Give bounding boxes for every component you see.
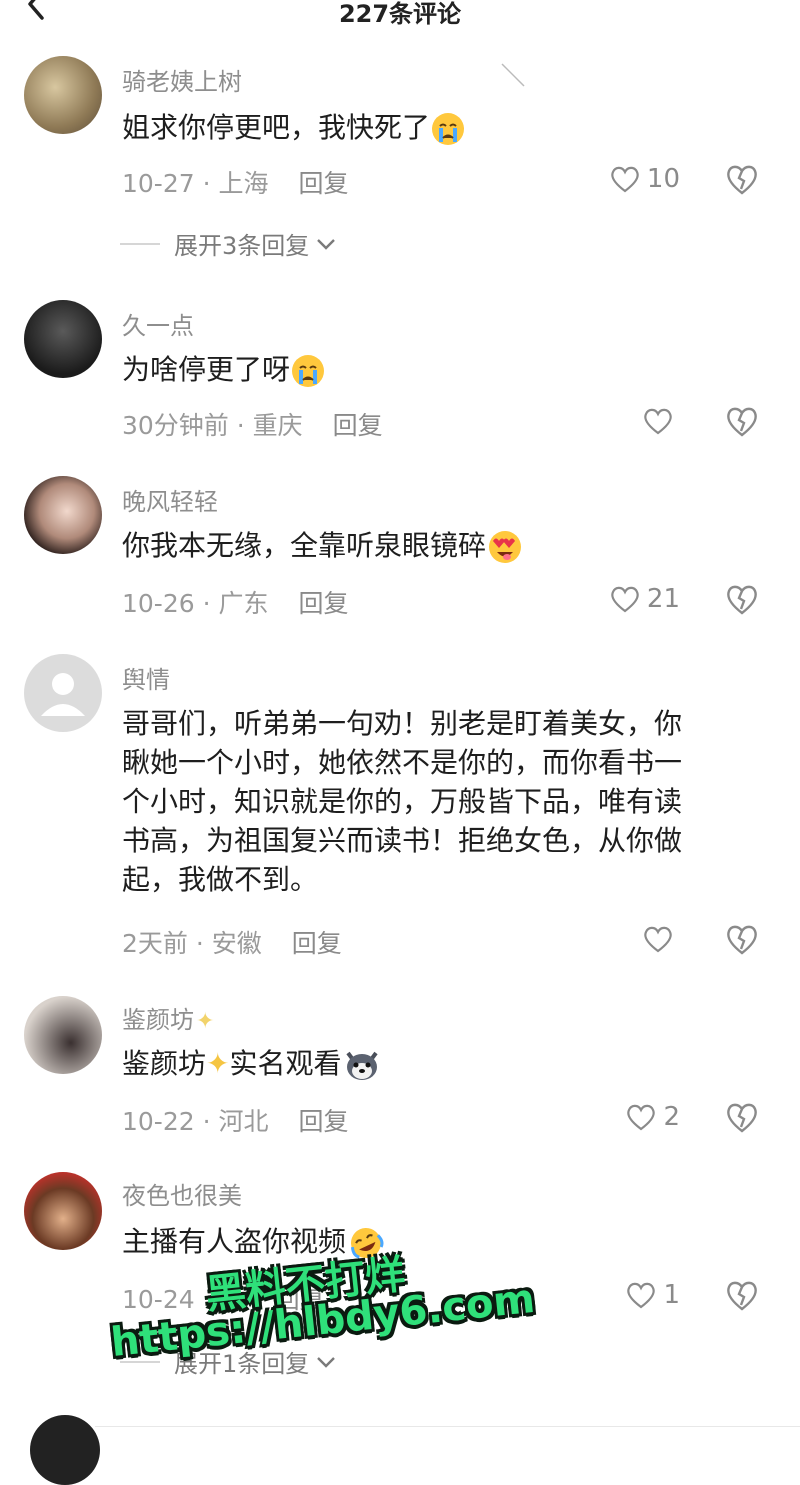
reply-button[interactable]: 回复 bbox=[299, 1107, 349, 1136]
comment-meta: 10-22 · 河北 回复 bbox=[122, 1107, 349, 1136]
divider bbox=[95, 1426, 800, 1427]
comment-author[interactable]: 夜色也很美 bbox=[122, 1176, 242, 1211]
husky-dog-emoji-icon bbox=[345, 1051, 378, 1080]
comment-meta: 30分钟前 · 重庆 回复 bbox=[122, 411, 383, 440]
slash-mark-icon bbox=[501, 63, 525, 87]
comment-meta: 10-26 · 广东 回复 bbox=[122, 589, 349, 618]
dislike-broken-heart-icon[interactable] bbox=[724, 162, 760, 196]
like-count: 2 bbox=[663, 1102, 680, 1132]
like-button[interactable] bbox=[642, 404, 680, 438]
comment-author[interactable]: 鉴颜坊✦ bbox=[122, 1000, 214, 1035]
default-avatar[interactable] bbox=[24, 654, 102, 732]
chevron-down-icon bbox=[317, 238, 336, 250]
comment-location: 河北 bbox=[218, 1107, 269, 1136]
comment-text-line: 起，我做不到。 bbox=[122, 863, 319, 896]
heart-icon bbox=[611, 166, 639, 193]
comment-text-line: 哥哥们，听弟弟一句劝！别老是盯着美女，你 bbox=[122, 707, 683, 740]
heart-eyes-emoji-icon bbox=[489, 531, 522, 563]
avatar[interactable] bbox=[24, 1172, 102, 1250]
reply-button[interactable]: 回复 bbox=[292, 929, 342, 958]
comment-text-line: 个小时，知识就是你的，万般皆下品，唯有读 bbox=[122, 785, 683, 818]
heart-icon bbox=[644, 408, 672, 435]
comments-header: 227条评论 bbox=[0, 0, 800, 28]
comment-text: 为啥停更了呀 bbox=[122, 350, 762, 389]
comment-location: 上海 bbox=[218, 169, 269, 198]
comment-date: 10-22 bbox=[122, 1107, 195, 1136]
comment-date: 10-26 bbox=[122, 589, 195, 618]
comment-text-content: 鉴颜坊 bbox=[122, 1047, 207, 1080]
like-button[interactable] bbox=[642, 922, 680, 956]
expand-replies[interactable]: 展开3条回复 bbox=[120, 226, 337, 261]
like-count: 21 bbox=[646, 584, 680, 614]
comment-text-content: 姐求你停更吧，我快死了 bbox=[122, 111, 431, 144]
heart-icon bbox=[627, 1282, 656, 1309]
dislike-broken-heart-icon[interactable] bbox=[724, 582, 760, 616]
comment-text: 姐求你停更吧，我快死了 bbox=[122, 108, 762, 147]
comment-author[interactable]: 骑老姨上树 bbox=[122, 62, 242, 97]
comment-date: 30分钟前 bbox=[122, 411, 229, 440]
comment-text: 哥哥们，听弟弟一句劝！别老是盯着美女，你 瞅她一个小时，她依然不是你的，而你看书… bbox=[122, 704, 762, 899]
sparkles-icon: ✦ bbox=[196, 1009, 215, 1034]
comment-location: 广东 bbox=[218, 589, 269, 618]
comment-text-content: 你我本无缘，全靠听泉眼镜碎 bbox=[122, 529, 487, 562]
chevron-down-icon bbox=[317, 1356, 336, 1368]
comment-date: 10-24 bbox=[122, 1285, 195, 1314]
reply-button[interactable]: 回复 bbox=[299, 589, 349, 618]
avatar[interactable] bbox=[30, 1415, 100, 1485]
comment-author[interactable]: 晚风轻轻 bbox=[122, 482, 218, 517]
comment-text-line: 书高，为祖国复兴而读书！拒绝女色，从你做 bbox=[122, 824, 683, 857]
heart-icon bbox=[611, 586, 639, 613]
avatar[interactable] bbox=[24, 476, 102, 554]
like-count: 10 bbox=[646, 164, 680, 194]
comment-count-title: 227条评论 bbox=[338, 0, 462, 28]
comment-text: 你我本无缘，全靠听泉眼镜碎 bbox=[122, 526, 762, 565]
comment-author[interactable]: 久一点 bbox=[122, 306, 194, 341]
expand-replies-label: 展开3条回复 bbox=[174, 232, 310, 260]
comment-text-content: 实名观看 bbox=[229, 1047, 342, 1080]
dislike-broken-heart-icon[interactable] bbox=[724, 1100, 760, 1134]
dislike-broken-heart-icon[interactable] bbox=[724, 1278, 760, 1312]
crying-emoji-icon bbox=[292, 355, 325, 387]
comment-meta: 2天前 · 安徽 回复 bbox=[122, 929, 342, 958]
reply-button[interactable]: 回复 bbox=[299, 169, 349, 198]
avatar[interactable] bbox=[24, 56, 102, 134]
comment-author-name: 鉴颜坊 bbox=[122, 1006, 194, 1034]
avatar[interactable] bbox=[24, 996, 102, 1074]
comment-location: 重庆 bbox=[252, 411, 303, 440]
heart-icon bbox=[627, 1104, 656, 1131]
comment-location: 安徽 bbox=[211, 929, 262, 958]
comment-meta: 10-27 · 上海 回复 bbox=[122, 169, 349, 198]
like-button[interactable]: 10 bbox=[609, 162, 680, 196]
divider bbox=[120, 242, 160, 245]
heart-icon bbox=[644, 926, 672, 953]
comment-text: 主播有人盗你视频 bbox=[122, 1222, 762, 1261]
like-button[interactable]: 21 bbox=[609, 582, 680, 616]
crying-emoji-icon bbox=[432, 113, 465, 145]
sparkles-icon: ✦ bbox=[206, 1047, 230, 1080]
comment-author[interactable]: 舆情 bbox=[122, 660, 170, 695]
dislike-broken-heart-icon[interactable] bbox=[724, 404, 760, 438]
dislike-broken-heart-icon[interactable] bbox=[724, 922, 760, 956]
comment-text: 鉴颜坊✦实名观看 bbox=[122, 1044, 762, 1083]
comment-date: 10-27 bbox=[122, 169, 195, 198]
default-user-icon bbox=[41, 673, 85, 716]
like-button[interactable]: 1 bbox=[625, 1278, 680, 1312]
comment-text-content: 为啥停更了呀 bbox=[122, 353, 291, 386]
like-button[interactable]: 2 bbox=[625, 1100, 680, 1134]
like-count: 1 bbox=[663, 1280, 680, 1310]
comment-text-line: 瞅她一个小时，她依然不是你的，而你看书一 bbox=[122, 746, 683, 779]
reply-button[interactable]: 回复 bbox=[333, 411, 383, 440]
avatar[interactable] bbox=[24, 300, 102, 378]
comment-date: 2天前 bbox=[122, 929, 188, 958]
